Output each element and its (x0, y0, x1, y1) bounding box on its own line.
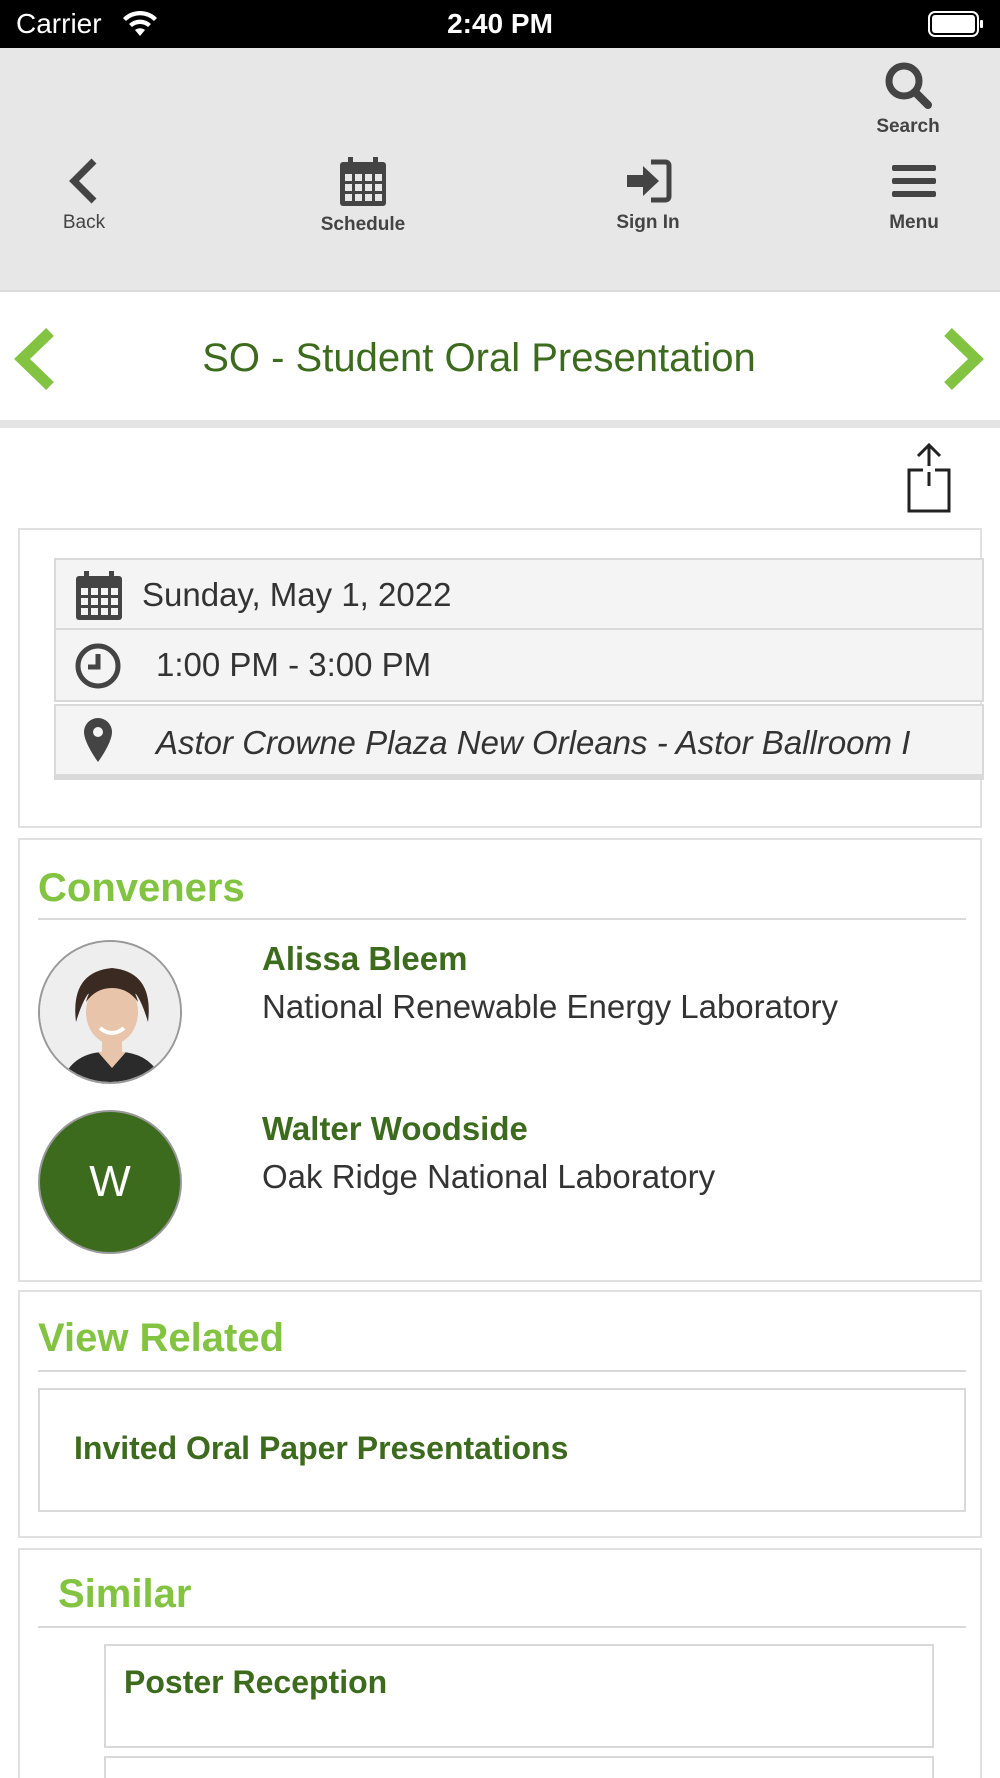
similar-panel: Similar Poster Reception (18, 1548, 982, 1778)
back-label: Back (62, 212, 106, 233)
similar-item-card[interactable]: Poster Reception (104, 1644, 934, 1748)
convener-organization: Oak Ridge National Laboratory (262, 1158, 716, 1195)
schedule-label: Schedule (320, 214, 406, 235)
menu-button[interactable]: Menu (864, 156, 964, 234)
view-related-heading: View Related (38, 1316, 285, 1360)
convener-name[interactable]: Walter Woodside (262, 1110, 528, 1148)
map-pin-icon (84, 718, 112, 762)
status-bar: Carrier 2:40 PM (0, 0, 1000, 48)
sign-in-label: Sign In (616, 212, 680, 233)
section-divider (38, 1626, 966, 1628)
schedule-button[interactable]: Schedule (298, 156, 428, 236)
location-row: Astor Crowne Plaza New Orleans - Astor B… (54, 704, 984, 780)
page-title: SO - Student Oral Presentation (202, 336, 756, 380)
conveners-panel: Conveners Alissa Bleem National Renewabl… (18, 838, 982, 1282)
clock-icon (75, 643, 121, 689)
clock-time: 2:40 PM (447, 8, 553, 39)
top-toolbar: Search Back Schedule Sign In Menu (0, 48, 1000, 292)
hamburger-menu-icon (892, 165, 936, 197)
session-location: Astor Crowne Plaza New Orleans - Astor B… (156, 724, 911, 761)
section-divider (38, 1370, 966, 1372)
session-title-bar: SO - Student Oral Presentation (0, 292, 1000, 428)
section-divider (38, 918, 966, 920)
search-icon (885, 62, 932, 109)
chevron-left-icon (69, 158, 97, 204)
search-button[interactable]: Search (856, 60, 960, 138)
similar-item-label: Poster Reception (124, 1664, 388, 1700)
search-label: Search (876, 116, 940, 137)
battery-icon (928, 11, 983, 37)
conveners-heading: Conveners (38, 866, 245, 910)
similar-item-card[interactable] (104, 1756, 934, 1778)
similar-heading: Similar (58, 1572, 192, 1616)
menu-label: Menu (889, 212, 939, 233)
avatar[interactable]: W (38, 1110, 182, 1254)
related-item-card[interactable]: Invited Oral Paper Presentations (38, 1388, 966, 1512)
session-details-panel: Sunday, May 1, 2022 1:00 PM - 3:00 PM As… (18, 528, 984, 828)
calendar-icon (76, 571, 122, 620)
session-date: Sunday, May 1, 2022 (142, 576, 452, 613)
related-item-label: Invited Oral Paper Presentations (74, 1430, 569, 1466)
sign-in-button[interactable]: Sign In (598, 156, 698, 234)
date-row: Sunday, May 1, 2022 (54, 558, 984, 630)
back-button[interactable]: Back (34, 156, 134, 234)
sign-in-icon (627, 159, 672, 203)
time-row: 1:00 PM - 3:00 PM (54, 630, 984, 702)
calendar-icon (340, 157, 386, 206)
convener-organization: National Renewable Energy Laboratory (262, 988, 839, 1025)
session-time: 1:00 PM - 3:00 PM (156, 646, 432, 683)
convener-name[interactable]: Alissa Bleem (262, 940, 467, 978)
next-session-chevron-icon[interactable] (940, 326, 986, 392)
share-icon[interactable] (906, 442, 956, 514)
view-related-panel: View Related Invited Oral Paper Presenta… (18, 1290, 982, 1538)
avatar[interactable] (38, 940, 182, 1084)
person-photo-icon (40, 942, 180, 1082)
